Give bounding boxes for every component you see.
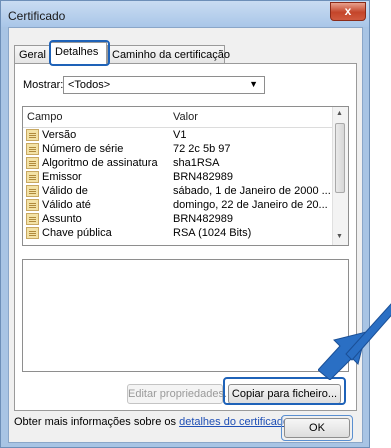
details-panel: Mostrar: <Todos> ▼ Campo Valor Versão V1 … — [14, 63, 357, 411]
field-name: Emissor — [42, 171, 82, 183]
certificate-window: Certificado x Geral Detalhes Caminho da … — [0, 0, 370, 448]
window-title: Certificado — [8, 9, 66, 23]
certificate-field-icon — [26, 171, 39, 183]
field-value: V1 — [173, 129, 187, 141]
certificate-field-icon — [26, 157, 39, 169]
certificate-field-icon — [26, 129, 39, 141]
scroll-up-icon[interactable]: ▲ — [336, 110, 343, 117]
field-name: Chave pública — [42, 227, 112, 239]
list-item[interactable]: Válido de sábado, 1 de Janeiro de 2000 ..… — [23, 184, 334, 198]
list-item[interactable]: Número de série 72 2c 5b 97 — [23, 142, 334, 156]
scrollbar-thumb[interactable] — [335, 123, 345, 193]
copy-to-file-button[interactable]: Copiar para ficheiro... — [228, 384, 341, 404]
field-name: Assunto — [42, 213, 82, 225]
title-bar[interactable]: Certificado x — [1, 1, 369, 27]
field-detail-box[interactable] — [22, 259, 349, 372]
certificate-field-icon — [26, 213, 39, 225]
more-info: Obter mais informações sobre os detalhes… — [14, 416, 289, 428]
ok-button[interactable]: OK — [284, 418, 350, 438]
field-name: Versão — [42, 129, 77, 141]
field-value: domingo, 22 de Janeiro de 20... — [173, 199, 328, 211]
dialog-body: Geral Detalhes Caminho da certificação M… — [8, 27, 363, 443]
list-item[interactable]: Chave pública RSA (1024 Bits) — [23, 226, 334, 240]
column-header-value[interactable]: Valor — [173, 111, 198, 123]
field-value: BRN482989 — [173, 171, 233, 183]
tab-details[interactable]: Detalhes — [50, 42, 107, 65]
show-select-value: <Todos> — [68, 79, 111, 91]
list-item[interactable]: Algoritmo de assinatura sha1RSA — [23, 156, 334, 170]
list-header: Campo Valor — [23, 107, 334, 128]
certificate-field-icon — [26, 199, 39, 211]
field-value: RSA (1024 Bits) — [173, 227, 252, 239]
list-item[interactable]: Emissor BRN482989 — [23, 170, 334, 184]
certificate-field-icon — [26, 143, 39, 155]
field-value: sábado, 1 de Janeiro de 2000 ... — [173, 185, 331, 197]
field-name: Número de série — [42, 143, 124, 155]
tab-certification-path[interactable]: Caminho da certificação — [107, 45, 230, 64]
fields-list[interactable]: Campo Valor Versão V1 Número de série 72 2… — [22, 106, 349, 246]
certificate-field-icon — [26, 185, 39, 197]
list-item[interactable]: Válido até domingo, 22 de Janeiro de 20..… — [23, 198, 334, 212]
field-name: Algoritmo de assinatura — [42, 157, 158, 169]
chevron-down-icon: ▼ — [249, 79, 258, 89]
field-name: Válido até — [42, 199, 91, 211]
scroll-down-icon[interactable]: ▼ — [336, 233, 343, 240]
certificate-field-icon — [26, 227, 39, 239]
field-value: BRN482989 — [173, 213, 233, 225]
field-value: 72 2c 5b 97 — [173, 143, 231, 155]
edit-properties-button[interactable]: Editar propriedades... — [127, 384, 233, 404]
show-label: Mostrar: — [23, 79, 64, 91]
field-name: Válido de — [42, 185, 88, 197]
tab-general[interactable]: Geral — [14, 45, 50, 64]
list-scrollbar[interactable]: ▲ ▼ — [332, 107, 348, 245]
more-info-text: Obter mais informações sobre os — [14, 416, 180, 428]
list-item[interactable]: Assunto BRN482989 — [23, 212, 334, 226]
show-select[interactable]: <Todos> ▼ — [63, 76, 265, 94]
certificate-details-link[interactable]: detalhes do certificado — [179, 416, 289, 428]
list-item[interactable]: Versão V1 — [23, 128, 334, 142]
close-button[interactable]: x — [330, 2, 366, 21]
field-value: sha1RSA — [173, 157, 220, 169]
column-header-field[interactable]: Campo — [27, 111, 62, 123]
pointer-arrow-icon — [318, 303, 391, 380]
